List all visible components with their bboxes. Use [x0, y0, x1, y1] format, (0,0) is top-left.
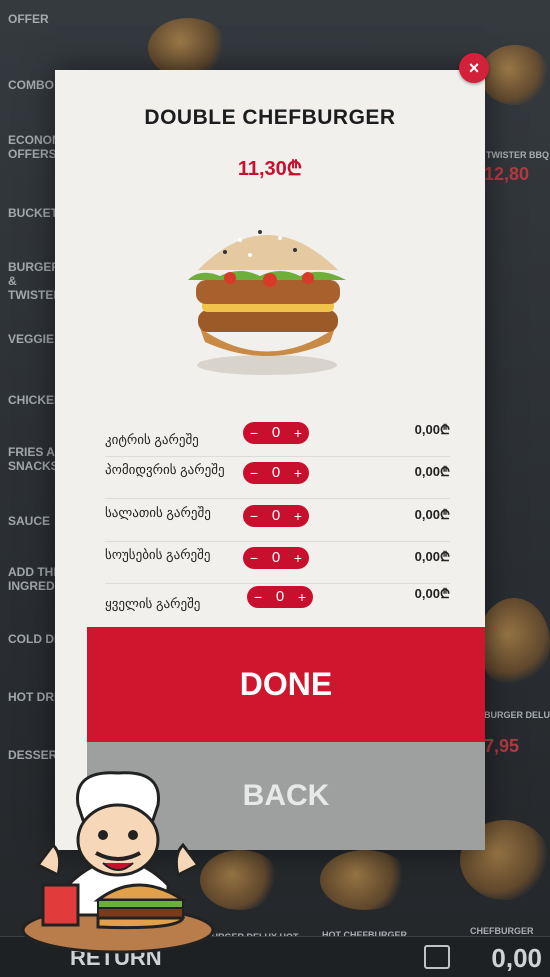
product-modal: DOUBLE CHEFBURGER 11,30₾ კიტრის გარეშე −…: [55, 70, 485, 850]
chef-sticker: [21, 771, 215, 954]
option-row: სალათის გარეშე − 0 + 0,00₾: [105, 503, 450, 542]
option-price: 0,00₾: [414, 507, 450, 522]
background-item-price: 7,95: [484, 736, 520, 756]
quantity-stepper: − 0 +: [243, 547, 309, 569]
product-title: DOUBLE CHEFBURGER: [144, 106, 396, 129]
category-economy-offers[interactable]: ECONOMY OFFERS: [8, 133, 70, 161]
burger-image: [188, 230, 346, 375]
basket-icon[interactable]: [424, 945, 450, 969]
option-label: პომიდვრის გარეშე: [105, 462, 225, 477]
option-row: ყველის გარეშე − 0 + 0,00₾: [105, 582, 450, 620]
option-price: 0,00₾: [414, 549, 450, 564]
increment-button[interactable]: +: [294, 505, 302, 527]
background-item-label: CHEFBURGER: [470, 926, 534, 936]
option-price: 0,00₾: [414, 464, 450, 479]
background-item-price: 12,80: [484, 164, 530, 184]
product-price: 11,30₾: [237, 158, 303, 180]
increment-button[interactable]: +: [294, 462, 302, 484]
background-food-image: [480, 45, 550, 105]
done-button[interactable]: DONE: [87, 627, 485, 742]
background-item-label: BURGER DELUX SPICY: [484, 710, 550, 720]
option-price: 0,00₾: [414, 586, 450, 601]
background-food-image: [148, 18, 228, 78]
option-label: სოუსების გარეშე: [105, 547, 211, 562]
increment-button[interactable]: +: [294, 422, 302, 444]
quantity-stepper: − 0 +: [247, 586, 313, 608]
option-label: ყველის გარეშე: [105, 596, 201, 611]
option-row: პომიდვრის გარეშე − 0 + 0,00₾: [105, 460, 450, 499]
order-total: 0,00: [491, 943, 542, 973]
background-food-image: [320, 850, 410, 910]
increment-button[interactable]: +: [294, 547, 302, 569]
option-row: კიტრის გარეშე − 0 + 0,00₾: [105, 418, 450, 457]
quantity-stepper: − 0 +: [243, 422, 309, 444]
option-row: სოუსების გარეშე − 0 + 0,00₾: [105, 545, 450, 584]
close-icon[interactable]: ×: [459, 53, 489, 83]
category-offer[interactable]: OFFER: [8, 12, 92, 26]
option-price: 0,00₾: [414, 422, 450, 437]
quantity-stepper: − 0 +: [243, 462, 309, 484]
quantity-stepper: − 0 +: [243, 505, 309, 527]
option-label: კიტრის გარეშე: [105, 432, 199, 447]
increment-button[interactable]: +: [298, 586, 306, 608]
option-label: სალათის გარეშე: [105, 505, 211, 520]
background-item-label: TWISTER BBQ: [486, 150, 549, 160]
background-food-image: [478, 598, 550, 688]
